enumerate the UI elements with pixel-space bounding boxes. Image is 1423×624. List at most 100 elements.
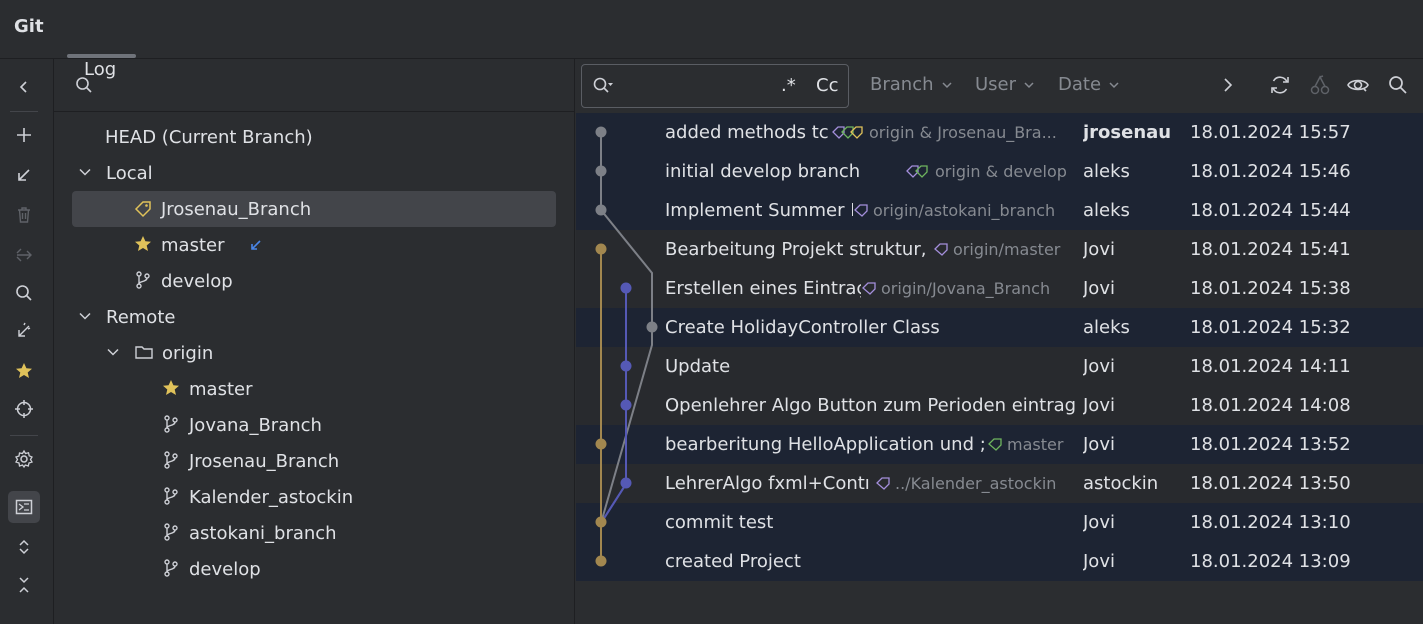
eye-icon[interactable] <box>1346 73 1370 97</box>
delete-branch-icon[interactable] <box>8 199 40 231</box>
branch-icon <box>136 271 150 289</box>
commit-author: jrosenau <box>1083 122 1172 143</box>
commit-node <box>595 165 607 177</box>
tree-group-local[interactable]: Local <box>78 156 153 192</box>
chevron-down-icon <box>107 348 119 356</box>
commit-row[interactable]: created Project Jovi 18.01.2024 13:09 <box>576 542 1423 581</box>
commit-row[interactable]: initial develop branch origin & develop a… <box>576 152 1423 191</box>
commit-date: 18.01.2024 15:44 <box>1190 200 1351 221</box>
tag-icon <box>934 243 948 256</box>
commit-row[interactable]: added methods tc origin & Jrosenau_Bra...… <box>576 113 1423 152</box>
tool-window-tabs: Git Log <box>0 0 1423 624</box>
commit-message: created Project <box>665 551 801 572</box>
settings-gear-icon[interactable] <box>8 443 40 475</box>
branch-name: master <box>161 235 225 256</box>
remote-label: Remote <box>106 307 176 328</box>
origin-label: origin <box>162 343 214 364</box>
new-branch-icon[interactable] <box>8 119 40 151</box>
commit-message-cell: Erstellen eines Eintraç origin/Jovana_Bra… <box>665 269 1085 308</box>
search-icon[interactable] <box>1386 73 1410 97</box>
remote-branch-develop[interactable]: develop <box>161 552 261 588</box>
remote-branch-jrosenau[interactable]: Jrosenau_Branch <box>161 444 339 480</box>
local-branch-master[interactable]: master <box>133 228 264 264</box>
favorite-star-icon[interactable] <box>8 355 40 387</box>
chevron-right-icon[interactable] <box>1216 73 1240 97</box>
commit-node <box>646 321 658 333</box>
commit-date: 18.01.2024 13:52 <box>1190 434 1351 455</box>
tree-item-head[interactable]: HEAD (Current Branch) <box>105 120 313 156</box>
search-branches-icon[interactable] <box>8 277 40 309</box>
update-selected-icon[interactable] <box>8 159 40 191</box>
commit-message: Create HolidayController Class <box>665 317 940 338</box>
commit-refs: origin & Jrosenau_Bra... <box>869 123 1057 142</box>
local-branch-jrosenau[interactable]: Jrosenau_Branch <box>133 192 311 228</box>
commit-message: added methods tc <box>665 122 829 143</box>
commit-node <box>595 126 607 138</box>
commit-date: 18.01.2024 15:38 <box>1190 278 1351 299</box>
commit-date: 18.01.2024 15:57 <box>1190 122 1351 143</box>
commit-row[interactable]: Bearbeitung Projekt struktur, origin/mast… <box>576 230 1423 269</box>
branch-name: Kalender_astockin <box>189 487 354 508</box>
branch-name: develop <box>189 559 261 580</box>
local-branch-develop[interactable]: develop <box>133 264 233 300</box>
commit-date: 18.01.2024 14:08 <box>1190 395 1351 416</box>
active-tab-indicator <box>67 54 136 58</box>
match-case-toggle[interactable]: Cc <box>816 75 838 96</box>
remote-branch-astokani[interactable]: astokani_branch <box>161 516 337 552</box>
commit-message: bearberitung HelloApplication und ; <box>665 434 986 455</box>
remote-branch-jovana[interactable]: Jovana_Branch <box>161 408 322 444</box>
commit-row[interactable]: Implement Summer I origin/astokani_branch… <box>576 191 1423 230</box>
expand-all-icon[interactable] <box>8 531 40 563</box>
commit-row[interactable]: bearberitung HelloApplication und ; maste… <box>576 425 1423 464</box>
remote-branch-master[interactable]: master <box>161 372 252 408</box>
commit-row[interactable]: Openlehrer Algo Button zum Perioden eint… <box>576 386 1423 425</box>
collapse-panel-icon[interactable] <box>8 71 40 103</box>
commit-row[interactable]: commit test Jovi 18.01.2024 13:10 <box>576 503 1423 542</box>
commit-author: Jovi <box>1083 512 1115 533</box>
commit-node <box>595 243 607 255</box>
commit-message-cell: Bearbeitung Projekt struktur, origin/mast… <box>665 230 1085 269</box>
commit-message: Bearbeitung Projekt struktur, <box>665 239 927 260</box>
remote-branch-kalender[interactable]: Kalender_astockin <box>161 480 353 516</box>
commit-message-cell: bearberitung HelloApplication und ; maste… <box>665 425 1085 464</box>
branch-filter-dropdown[interactable]: Branch <box>870 74 952 95</box>
commit-node <box>620 399 632 411</box>
branch-search-input[interactable] <box>54 59 574 112</box>
commit-row[interactable]: Create HolidayController Class aleks 18.… <box>576 308 1423 347</box>
star-icon <box>135 236 151 251</box>
group-by-directory-icon[interactable] <box>8 491 40 523</box>
commit-refs: origin & develop <box>935 162 1067 181</box>
tree-group-origin[interactable]: origin <box>106 336 213 372</box>
commit-row[interactable]: Erstellen eines Eintraç origin/Jovana_Bra… <box>576 269 1423 308</box>
refresh-icon[interactable] <box>1268 73 1292 97</box>
commit-node <box>595 555 607 567</box>
branch-name: Jovana_Branch <box>189 415 322 436</box>
branch-name: Jrosenau_Branch <box>189 451 340 472</box>
commit-message: Implement Summer I <box>665 200 853 221</box>
toolbar-separator <box>10 435 38 436</box>
compare-branches-icon[interactable] <box>8 239 40 271</box>
multi-tag-icon <box>906 165 928 178</box>
commit-message-cell: Implement Summer I origin/astokani_branch <box>665 191 1085 230</box>
commit-date: 18.01.2024 15:32 <box>1190 317 1351 338</box>
chevron-down-icon <box>941 82 952 89</box>
navigate-log-icon[interactable] <box>8 393 40 425</box>
log-toolbar: .* Cc Branch User Date <box>576 59 1423 114</box>
incoming-commits-icon <box>251 240 261 250</box>
regex-toggle[interactable]: .* <box>781 75 796 96</box>
tab-git[interactable]: Git <box>14 16 44 37</box>
commit-row[interactable]: Update Jovi 18.01.2024 14:11 <box>576 347 1423 386</box>
cherry-pick-icon[interactable] <box>1308 73 1332 97</box>
fetch-icon[interactable] <box>8 315 40 347</box>
tree-group-remote[interactable]: Remote <box>78 300 175 336</box>
commit-row[interactable]: LehrerAlgo fxml+Contı ../Kalender_astocki… <box>576 464 1423 503</box>
tag-icon <box>134 201 151 218</box>
commit-message: Update <box>665 356 731 377</box>
chevron-down-icon <box>1024 82 1034 89</box>
commit-date: 18.01.2024 13:50 <box>1190 473 1351 494</box>
branch-name: astokani_branch <box>189 523 337 544</box>
collapse-all-icon[interactable] <box>8 569 40 601</box>
date-filter-dropdown[interactable]: Date <box>1058 74 1119 95</box>
log-search-input[interactable]: .* Cc <box>581 64 849 108</box>
user-filter-dropdown[interactable]: User <box>975 74 1034 95</box>
